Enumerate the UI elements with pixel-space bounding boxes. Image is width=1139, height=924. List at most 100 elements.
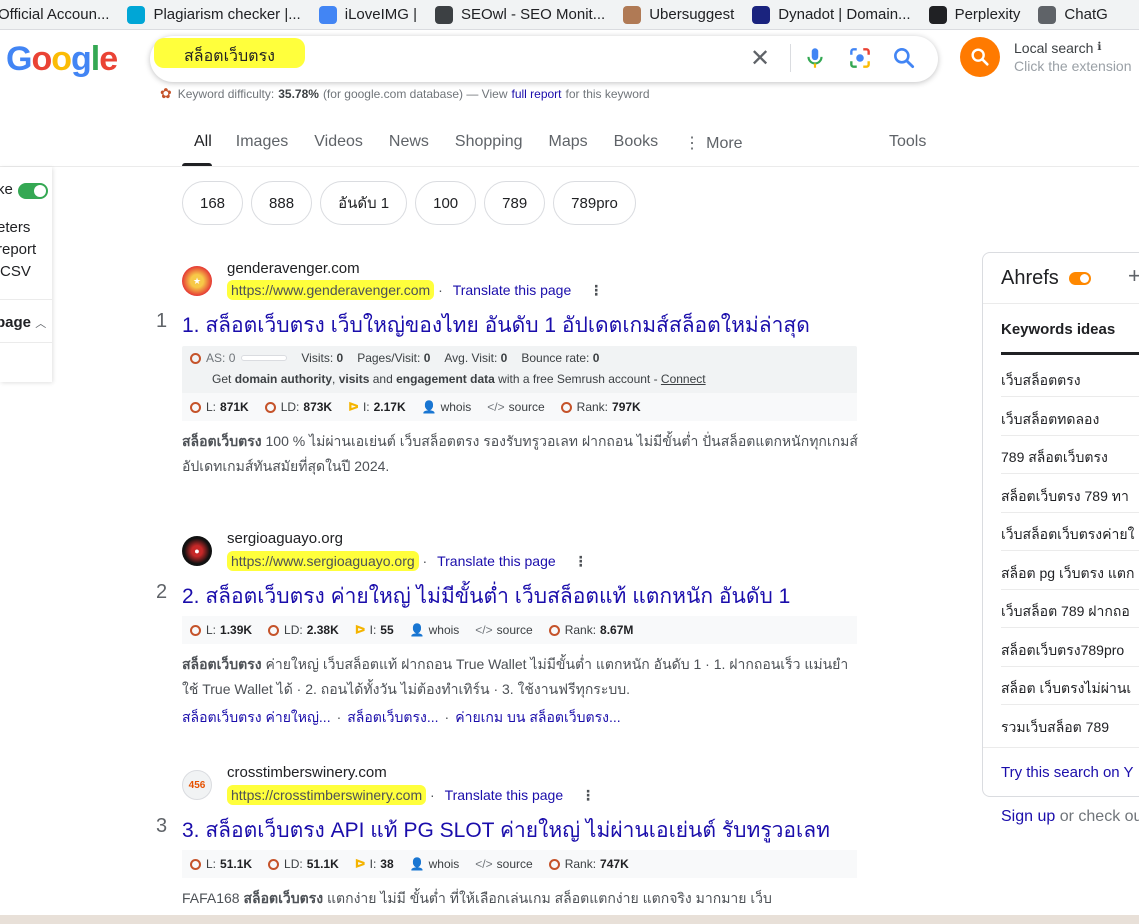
rank-icon bbox=[560, 401, 572, 413]
result-title[interactable]: 1. สล็อตเว็บตรง เว็บใหญ่ของไทย อันดับ 1 … bbox=[182, 309, 810, 342]
google-lens-icon[interactable] bbox=[847, 45, 873, 71]
bookmark-item[interactable]: Official Accoun... bbox=[0, 6, 109, 23]
tab-news[interactable]: News bbox=[389, 128, 429, 166]
result-title[interactable]: 2. สล็อตเว็บตรง ค่ายใหญ่ ไม่มีขั้นต่ำ เว… bbox=[182, 580, 790, 613]
translate-link[interactable]: Translate this page bbox=[453, 282, 572, 298]
seo-metrics-bar: L: 1.39K LD: 2.38K ᐅ I: 55 👤 whois </> sour… bbox=[182, 616, 857, 644]
keyword-idea-item[interactable]: รวมเว็บสล็อต 789 bbox=[1001, 717, 1109, 739]
keyword-idea-item[interactable]: เว็บสล็อตทดลอง bbox=[1001, 409, 1099, 431]
more-options-icon[interactable]: ⋮ bbox=[574, 553, 588, 570]
chip[interactable]: อันดับ 1 bbox=[320, 181, 408, 225]
try-search-link[interactable]: Try this search on Y bbox=[1001, 764, 1134, 781]
search-input[interactable]: สล็อตเว็บตรง bbox=[154, 38, 305, 68]
keyword-idea-item[interactable]: สล็อต เว็บตรงไม่ผ่านเ bbox=[1001, 678, 1131, 700]
person-icon: 👤 bbox=[409, 857, 425, 871]
bookmark-label: Ubersuggest bbox=[649, 6, 735, 23]
chip[interactable]: 888 bbox=[251, 181, 313, 225]
result-number: 2 bbox=[156, 581, 168, 603]
chip[interactable]: 100 bbox=[415, 181, 477, 225]
panel-item[interactable]: CSV bbox=[0, 263, 31, 280]
more-options-icon[interactable]: ⋮ bbox=[589, 282, 603, 299]
full-report-link[interactable]: full report bbox=[511, 87, 561, 101]
keyword-idea-item[interactable]: 789 สล็อตเว็บตรง bbox=[1001, 447, 1108, 469]
chip[interactable]: 168 bbox=[182, 181, 244, 225]
panel-item[interactable]: report bbox=[0, 241, 36, 258]
sign-up-link[interactable]: Sign up bbox=[1001, 808, 1055, 825]
search-box[interactable]: สล็อตเว็บตรง ✕ bbox=[150, 36, 938, 82]
result-url[interactable]: https://crosstimberswinery.com · Transla… bbox=[227, 785, 595, 805]
source-link[interactable]: </> source bbox=[487, 400, 544, 414]
keyword-idea-item[interactable]: เว็บสล็อตตรง bbox=[1001, 370, 1081, 392]
ahrefs-panel: Ahrefs + Keywords ideas เว็บสล็อตตรงเว็บ… bbox=[982, 252, 1139, 797]
tab-keywords-ideas[interactable]: Keywords ideas bbox=[1001, 321, 1115, 338]
more-options-icon[interactable]: ⋮ bbox=[581, 787, 595, 804]
source-link[interactable]: </> source bbox=[475, 857, 532, 871]
source-link[interactable]: </> source bbox=[475, 623, 532, 637]
tab-shopping[interactable]: Shopping bbox=[455, 128, 523, 166]
site-favicon: ● bbox=[182, 536, 212, 566]
sublink[interactable]: สล็อตเว็บตรง ค่ายใหญ่... bbox=[182, 709, 331, 725]
result-site-name[interactable]: sergioaguayo.org bbox=[227, 530, 343, 547]
keyword-idea-item[interactable]: สล็อตเว็บตรง 789 ทา bbox=[1001, 486, 1129, 508]
ref-domains-icon bbox=[264, 401, 276, 413]
bookmark-item[interactable]: ChatG bbox=[1038, 5, 1108, 24]
bookmark-label: ChatG bbox=[1064, 6, 1108, 23]
result-url[interactable]: https://www.genderavenger.com · Translat… bbox=[227, 280, 603, 300]
keyword-idea-item[interactable]: เว็บสล็อต 789 ฝากถอ bbox=[1001, 601, 1130, 623]
local-search-extension-button[interactable] bbox=[960, 37, 1000, 77]
panel-toggle[interactable] bbox=[18, 183, 48, 199]
plus-icon[interactable]: + bbox=[1128, 263, 1139, 289]
tab-maps[interactable]: Maps bbox=[549, 128, 588, 166]
code-icon: </> bbox=[475, 623, 493, 637]
bookmark-item[interactable]: Perplexity bbox=[928, 5, 1020, 24]
avatar-icon bbox=[623, 5, 642, 24]
semrush-domain-bar: AS: 0 Visits: 0 Pages/Visit: 0 Avg. Visi… bbox=[182, 346, 857, 394]
tools-button[interactable]: Tools bbox=[889, 133, 926, 151]
result-site-name[interactable]: genderavenger.com bbox=[227, 260, 360, 277]
tab-images[interactable]: Images bbox=[236, 128, 288, 166]
bookmark-item[interactable]: iLoveIMG | bbox=[318, 5, 417, 24]
translate-link[interactable]: Translate this page bbox=[445, 787, 564, 803]
result-site-name[interactable]: crosstimberswinery.com bbox=[227, 764, 387, 781]
panel-item[interactable]: page ︿ bbox=[0, 314, 46, 331]
refinement-chips: 168 888 อันดับ 1 100 789 789pro bbox=[182, 181, 644, 225]
bookmark-item[interactable]: Plagiarism checker |... bbox=[127, 5, 301, 24]
chip[interactable]: 789 bbox=[484, 181, 546, 225]
panel-item[interactable]: eters bbox=[0, 219, 30, 236]
translate-link[interactable]: Translate this page bbox=[437, 553, 556, 569]
more-vert-icon: ⋮ bbox=[684, 135, 701, 152]
microphone-icon[interactable] bbox=[802, 45, 828, 71]
sublink[interactable]: สล็อตเว็บตรง... bbox=[347, 709, 438, 725]
ahrefs-toggle[interactable] bbox=[1069, 272, 1091, 285]
tab-videos[interactable]: Videos bbox=[314, 128, 363, 166]
tab-more[interactable]: ⋮ More bbox=[684, 128, 742, 166]
connect-link[interactable]: Connect bbox=[661, 372, 706, 386]
result-title[interactable]: 3. สล็อตเว็บตรง API แท้ PG SLOT ค่ายใหญ่… bbox=[182, 814, 830, 847]
perplexity-icon bbox=[928, 5, 947, 24]
bookmark-label: Dynadot | Domain... bbox=[778, 6, 911, 23]
whois-link[interactable]: 👤 whois bbox=[422, 400, 472, 414]
search-icon[interactable] bbox=[891, 45, 917, 71]
semrush-icon bbox=[190, 352, 201, 364]
sublink[interactable]: ค่ายเกม บน สล็อตเว็บตรง... bbox=[455, 709, 620, 725]
seo-extension-panel: ke eters report CSV page ︿ bbox=[0, 167, 52, 382]
keyword-idea-item[interactable]: สล็อต pg เว็บตรง แตก bbox=[1001, 563, 1134, 585]
keyword-idea-item[interactable]: เว็บสล็อตเว็บตรงค่ายใ bbox=[1001, 524, 1134, 546]
info-icon: ℹ bbox=[1097, 41, 1102, 53]
tab-books[interactable]: Books bbox=[614, 128, 658, 166]
clear-icon[interactable]: ✕ bbox=[750, 44, 770, 73]
keyword-idea-item[interactable]: สล็อตเว็บตรง789pro bbox=[1001, 640, 1124, 662]
result-url[interactable]: https://www.sergioaguayo.org · Translate… bbox=[227, 551, 588, 571]
whois-link[interactable]: 👤 whois bbox=[410, 857, 460, 871]
chip[interactable]: 789pro bbox=[553, 181, 636, 225]
keyword-divider bbox=[1001, 396, 1139, 397]
bookmark-item[interactable]: Ubersuggest bbox=[623, 5, 735, 24]
whois-link[interactable]: 👤 whois bbox=[410, 623, 460, 637]
google-logo[interactable]: Google bbox=[6, 40, 118, 79]
backlinks-icon bbox=[190, 858, 201, 870]
bookmark-item[interactable]: Dynadot | Domain... bbox=[752, 5, 911, 24]
tab-all[interactable]: All bbox=[182, 128, 212, 166]
bookmark-item[interactable]: SEOwl - SEO Monit... bbox=[435, 5, 605, 24]
keyword-divider bbox=[1001, 434, 1139, 436]
keyword-divider bbox=[1001, 704, 1139, 705]
